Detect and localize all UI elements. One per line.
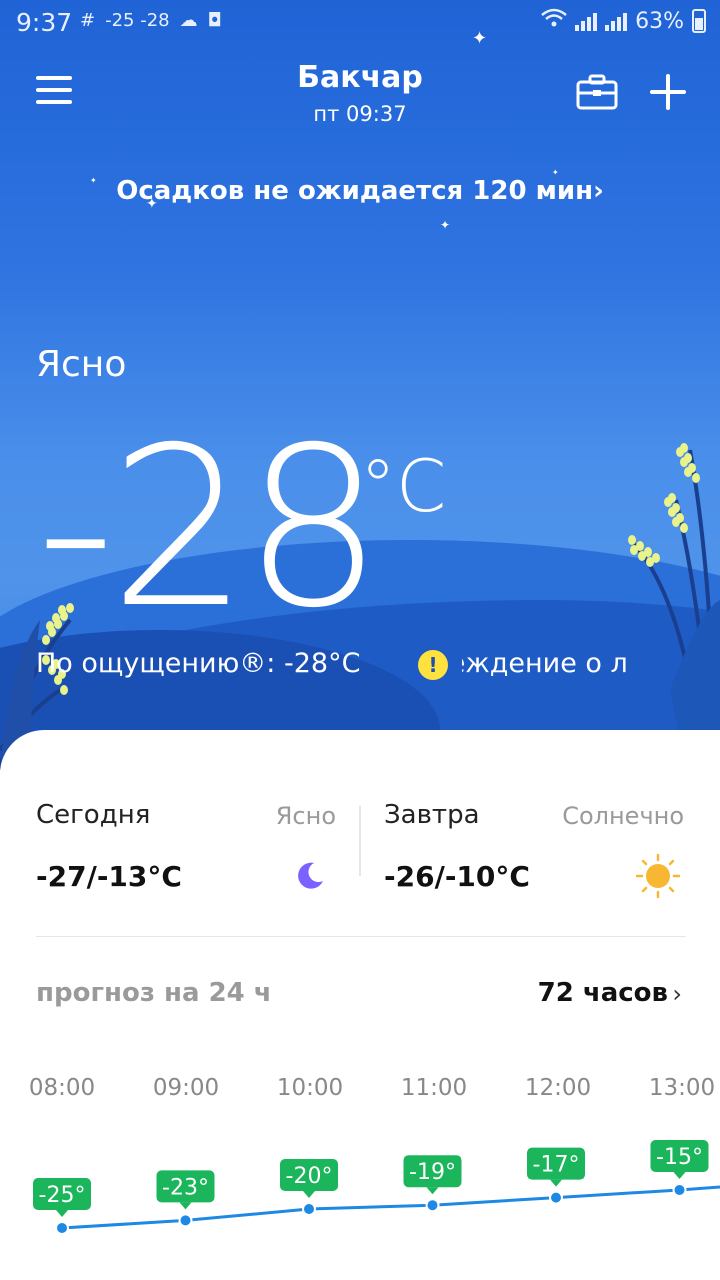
moon-icon [298, 862, 323, 889]
status-time: 9:37 [16, 8, 73, 37]
tomorrow-temps: -26/-10°C [384, 860, 530, 893]
tomorrow-label: Завтра [384, 800, 480, 830]
forecast-title: прогноз на 24 ч [36, 978, 272, 1008]
briefcase-icon[interactable] [576, 74, 618, 110]
temperature-point [178, 1213, 193, 1228]
temperature-badge-label: -19° [409, 1160, 456, 1185]
today-temps: -27/-13°C [36, 860, 182, 893]
hour-label: 08:00 [28, 1075, 96, 1101]
temperature-badge: -19° [403, 1155, 462, 1195]
tomorrow-condition: Солнечно [562, 802, 684, 830]
signal-icon [575, 11, 598, 31]
section-divider [36, 936, 686, 937]
chevron-right-icon[interactable]: › [672, 980, 682, 1008]
precipitation-text: Осадков не ожидается 120 мин [116, 176, 594, 206]
hourly-temperature-chart: -25° -23° -20° -19° -17° -15° [33, 1140, 720, 1235]
temperature-badge: -15° [650, 1140, 709, 1179]
status-notifications: # -25 -28 ☁ ◘ [80, 10, 222, 31]
temperature-point [672, 1183, 687, 1197]
precipitation-link[interactable]: Осадков не ожидается 120 мин› [0, 176, 720, 206]
today-label: Сегодня [36, 800, 151, 830]
weather-warning-link[interactable]: преждение о л [462, 648, 680, 679]
wifi-icon [541, 8, 567, 34]
temperature-badge: -20° [280, 1159, 338, 1198]
temperature-badge: -25° [33, 1178, 91, 1217]
current-condition: Ясно [36, 344, 127, 385]
sun-icon [636, 854, 680, 898]
temperature-badge: -23° [156, 1170, 215, 1210]
temperature-badge-label: -20° [286, 1164, 333, 1189]
temperature-point [549, 1190, 563, 1205]
temperature-badge-label: -15° [656, 1145, 703, 1170]
chevron-right-icon: › [593, 176, 604, 206]
grid-icon: # [80, 10, 96, 31]
temperature-badge: -17° [527, 1147, 585, 1187]
battery-percent: 63% [635, 8, 684, 34]
battery-icon [692, 9, 706, 33]
feels-like: По ощущению®: -28°C [36, 648, 361, 679]
hour-label: 09:00 [152, 1075, 220, 1101]
wheat-plant-icon [628, 443, 720, 740]
status-bar: 9:37 # -25 -28 ☁ ◘ 63% [0, 0, 720, 44]
app-icon: ◘ [207, 10, 222, 31]
hour-label: 12:00 [524, 1075, 592, 1101]
signal-icon [605, 11, 628, 31]
temperature-point [425, 1198, 440, 1213]
temperature-badge-label: -25° [39, 1183, 86, 1208]
warning-text: преждение о л [462, 648, 628, 679]
current-temperature: -28 [36, 400, 383, 656]
star-icon: ✦ [440, 218, 451, 232]
day-divider [359, 806, 361, 876]
today-condition: Ясно [275, 802, 336, 830]
warning-icon[interactable]: ! [418, 650, 448, 680]
hour-label: 11:00 [400, 1075, 468, 1101]
temperature-point [55, 1221, 69, 1235]
cloud-icon: ☁ [179, 10, 198, 31]
status-right: 63% [541, 8, 706, 34]
72-hours-link[interactable]: 72 часов [538, 978, 668, 1008]
hour-label: 10:00 [276, 1075, 344, 1101]
temperature-badge-label: -17° [533, 1153, 580, 1178]
temperature-point [302, 1202, 316, 1216]
add-city-icon[interactable] [648, 72, 688, 112]
hour-label: 13:00 [648, 1075, 716, 1101]
temperature-badge-label: -23° [162, 1175, 209, 1200]
notification-temps: -25 -28 [105, 10, 170, 31]
temperature-unit: °C [360, 444, 447, 528]
